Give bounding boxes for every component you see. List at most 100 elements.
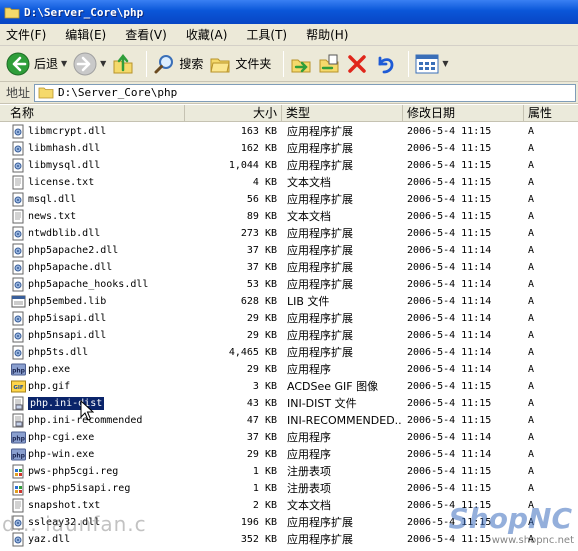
column-name[interactable]: 名称	[0, 105, 185, 122]
menu-item[interactable]: 文件(F)	[6, 26, 46, 43]
file-row[interactable]: libmcrypt.dll 163 KB 应用程序扩展 2006-5-4 11:15 A	[0, 123, 578, 140]
file-size: 273 KB	[240, 228, 277, 239]
title-bar[interactable]: D:\Server_Core\php	[0, 0, 578, 24]
file-name[interactable]: php5embed.lib	[28, 293, 184, 310]
menu-item[interactable]: 编辑(E)	[65, 26, 106, 43]
file-name[interactable]: php5isapi.dll	[28, 310, 184, 327]
delete-icon	[348, 54, 367, 73]
forward-button[interactable]: ▼	[73, 49, 106, 79]
up-folder-button[interactable]	[112, 49, 134, 79]
file-name[interactable]: php5nsapi.dll	[28, 327, 184, 344]
php-exe-icon: php	[11, 363, 26, 376]
file-name[interactable]: php.exe	[28, 361, 184, 378]
file-name[interactable]: php.ini-dist	[28, 395, 184, 412]
menu-item[interactable]: 收藏(A)	[186, 26, 228, 43]
file-type: 应用程序扩展	[287, 193, 353, 206]
file-attributes: A	[528, 160, 535, 171]
move-to-button[interactable]	[290, 49, 312, 79]
file-row[interactable]: php php-win.exe 29 KB 应用程序 2006-5-4 11:14 A	[0, 446, 578, 463]
column-size[interactable]: 大小	[185, 105, 282, 122]
file-name[interactable]: php5apache2.dll	[28, 242, 184, 259]
file-row[interactable]: php5apache_hooks.dll 53 KB 应用程序扩展 2006-5-4 …	[0, 276, 578, 293]
file-name-text: php-cgi.exe	[28, 432, 95, 443]
file-attributes: A	[528, 364, 535, 375]
file-row[interactable]: libmysql.dll 1,044 KB 应用程序扩展 2006-5-4 11:15…	[0, 157, 578, 174]
file-row[interactable]: libmhash.dll 162 KB 应用程序扩展 2006-5-4 11:15 A	[0, 140, 578, 157]
file-name-text: php5isapi.dll	[28, 313, 107, 324]
menu-item[interactable]: 帮助(H)	[306, 26, 348, 43]
file-type: ACDSee GIF 图像	[287, 380, 379, 393]
file-modified-date: 2006-5-4 11:14	[407, 296, 492, 307]
file-modified-date: 2006-5-4 11:14	[407, 449, 492, 460]
file-name[interactable]: php5ts.dll	[28, 344, 184, 361]
file-name[interactable]: php.ini-recommended	[28, 412, 184, 429]
file-name[interactable]: pws-php5isapi.reg	[28, 480, 184, 497]
file-type: 应用程序	[287, 363, 331, 376]
file-name[interactable]: php-win.exe	[28, 446, 184, 463]
file-row[interactable]: php5embed.lib 628 KB LIB 文件 2006-5-4 11:14 A	[0, 293, 578, 310]
txt-icon	[12, 498, 24, 513]
file-name[interactable]: news.txt	[28, 208, 184, 225]
views-dropdown-icon[interactable]: ▼	[442, 59, 448, 68]
file-row[interactable]: ntwdblib.dll 273 KB 应用程序扩展 2006-5-4 11:15 A	[0, 225, 578, 242]
dll-icon	[12, 158, 24, 173]
file-row[interactable]: GIF php.gif 3 KB ACDSee GIF 图像 2006-5-4 11:1…	[0, 378, 578, 395]
file-name[interactable]: php5apache.dll	[28, 259, 184, 276]
column-type[interactable]: 类型	[282, 105, 403, 122]
file-row[interactable]: license.txt 4 KB 文本文档 2006-5-4 11:15 A	[0, 174, 578, 191]
file-size: 37 KB	[246, 245, 277, 256]
column-modified[interactable]: 修改日期	[403, 105, 524, 122]
menu-item[interactable]: 查看(V)	[125, 26, 167, 43]
file-name-text: php-win.exe	[28, 449, 95, 460]
file-attributes: A	[528, 194, 535, 205]
file-type: 注册表项	[287, 465, 331, 478]
file-modified-date: 2006-5-4 11:14	[407, 432, 492, 443]
file-list[interactable]: libmcrypt.dll 163 KB 应用程序扩展 2006-5-4 11:15 A…	[0, 122, 578, 551]
back-dropdown-icon[interactable]: ▼	[61, 59, 67, 68]
file-row[interactable]: pws-php5cgi.reg 1 KB 注册表项 2006-5-4 11:15 A	[0, 463, 578, 480]
column-attributes[interactable]: 属性	[524, 105, 578, 122]
back-button[interactable]: 后退 ▼	[6, 49, 67, 79]
txt-icon	[12, 175, 24, 190]
file-row[interactable]: php5apache2.dll 37 KB 应用程序扩展 2006-5-4 11:14…	[0, 242, 578, 259]
file-row[interactable]: php5isapi.dll 29 KB 应用程序扩展 2006-5-4 11:14 A	[0, 310, 578, 327]
file-name[interactable]: pws-php5cgi.reg	[28, 463, 184, 480]
file-modified-date: 2006-5-4 11:14	[407, 245, 492, 256]
file-modified-date: 2006-5-4 11:15	[407, 381, 492, 392]
file-modified-date: 2006-5-4 11:14	[407, 262, 492, 273]
file-row[interactable]: msql.dll 56 KB 应用程序扩展 2006-5-4 11:15 A	[0, 191, 578, 208]
search-button[interactable]: 搜索	[153, 49, 203, 79]
file-name-text: libmhash.dll	[28, 143, 101, 154]
folders-button[interactable]: 文件夹	[209, 49, 271, 79]
file-name[interactable]: msql.dll	[28, 191, 184, 208]
address-input[interactable]: D:\Server_Core\php	[34, 83, 576, 102]
undo-button[interactable]	[374, 49, 396, 79]
file-name[interactable]: ntwdblib.dll	[28, 225, 184, 242]
file-name[interactable]: libmysql.dll	[28, 157, 184, 174]
file-row[interactable]: php5ts.dll 4,465 KB 应用程序扩展 2006-5-4 11:14 A	[0, 344, 578, 361]
file-row[interactable]: pws-php5isapi.reg 1 KB 注册表项 2006-5-4 11:15 A	[0, 480, 578, 497]
delete-button[interactable]	[346, 49, 368, 79]
mouse-cursor-icon	[80, 400, 94, 421]
file-attributes: A	[528, 347, 535, 358]
toolbar-separator	[408, 50, 410, 77]
dll-icon	[12, 124, 24, 139]
file-row[interactable]: php5nsapi.dll 29 KB 应用程序扩展 2006-5-4 11:14 A	[0, 327, 578, 344]
toolbar-separator	[283, 50, 285, 77]
move-to-icon	[291, 59, 311, 72]
file-name[interactable]: php-cgi.exe	[28, 429, 184, 446]
file-row[interactable]: php php-cgi.exe 37 KB 应用程序 2006-5-4 11:14 A	[0, 429, 578, 446]
file-row[interactable]: php5apache.dll 37 KB 应用程序扩展 2006-5-4 11:14 A	[0, 259, 578, 276]
copy-to-button[interactable]	[318, 49, 340, 79]
views-button[interactable]: ▼	[415, 49, 449, 79]
file-row[interactable]: news.txt 89 KB 文本文档 2006-5-4 11:15 A	[0, 208, 578, 225]
file-name[interactable]: php5apache_hooks.dll	[28, 276, 184, 293]
file-name[interactable]: libmcrypt.dll	[28, 123, 184, 140]
file-name[interactable]: php.gif	[28, 378, 184, 395]
file-name[interactable]: license.txt	[28, 174, 184, 191]
file-name[interactable]: libmhash.dll	[28, 140, 184, 157]
forward-dropdown-icon[interactable]: ▼	[100, 59, 106, 68]
file-row[interactable]: php php.exe 29 KB 应用程序 2006-5-4 11:14 A	[0, 361, 578, 378]
file-name-text: php5nsapi.dll	[28, 330, 107, 341]
menu-item[interactable]: 工具(T)	[246, 26, 287, 43]
